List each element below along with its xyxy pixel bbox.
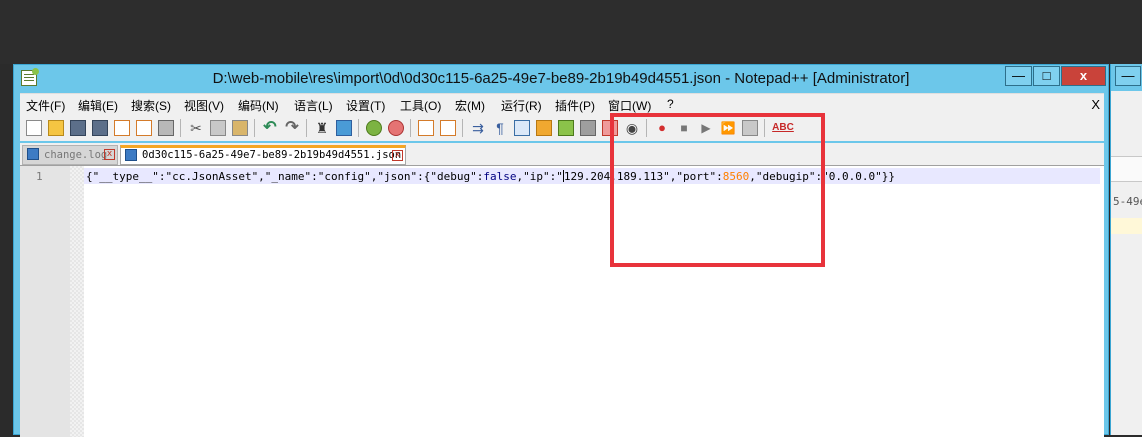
- menu-encoding[interactable]: 编码(N): [238, 97, 279, 114]
- sync-horizontal-icon[interactable]: [440, 120, 456, 136]
- menu-language[interactable]: 语言(L): [294, 97, 333, 114]
- zoom-out-icon[interactable]: [388, 120, 404, 136]
- maximize-button[interactable]: □: [1033, 66, 1060, 86]
- tab-close-icon[interactable]: x: [104, 149, 115, 160]
- show-all-characters-icon[interactable]: ¶: [492, 120, 508, 136]
- minimize-button[interactable]: —: [1005, 66, 1032, 86]
- copy-icon[interactable]: [210, 120, 226, 136]
- toolbar: ✂ ↶ ↷ ♜ ⇉ ¶ ◉ ● ■ ▶ ⏩ ABC: [20, 115, 1104, 141]
- menu-settings[interactable]: 设置(T): [346, 97, 385, 114]
- background-tab-strip: [1111, 156, 1142, 182]
- line-number-gutter: [20, 166, 70, 437]
- close-document-button[interactable]: X: [1091, 97, 1100, 112]
- menu-tools[interactable]: 工具(O): [400, 97, 441, 114]
- window-title: D:\web-mobile\res\import\0d\0d30c115-6a2…: [212, 70, 910, 87]
- save-all-icon[interactable]: [92, 120, 108, 136]
- close-icon[interactable]: [114, 120, 130, 136]
- menu-run[interactable]: 运行(R): [501, 97, 542, 114]
- new-file-icon[interactable]: [26, 120, 42, 136]
- cut-icon[interactable]: ✂: [188, 120, 204, 136]
- toolbar-separator: [180, 119, 181, 137]
- toolbar-separator: [306, 119, 307, 137]
- user-language-icon[interactable]: [536, 120, 552, 136]
- toolbar-separator: [462, 119, 463, 137]
- fold-margin: [70, 166, 84, 437]
- minimize-button[interactable]: —: [1115, 66, 1141, 86]
- menu-plugins[interactable]: 插件(P): [555, 97, 595, 114]
- find-icon[interactable]: ♜: [314, 120, 330, 136]
- background-title-bar: —: [1111, 64, 1142, 91]
- tab-label: 0d30c115-6a25-49e7-be89-2b19b49d4551.jso…: [142, 149, 402, 161]
- menu-window[interactable]: 窗口(W): [608, 97, 651, 114]
- print-icon[interactable]: [158, 120, 174, 136]
- open-file-icon[interactable]: [48, 120, 64, 136]
- menu-file[interactable]: 文件(F): [26, 97, 65, 114]
- menu-bar: 文件(F) 编辑(E) 搜索(S) 视图(V) 编码(N) 语言(L) 设置(T…: [20, 93, 1104, 116]
- toolbar-separator: [254, 119, 255, 137]
- background-line-highlight: [1111, 218, 1142, 234]
- code-segment: ,"ip":": [516, 170, 563, 183]
- toolbar-separator: [358, 119, 359, 137]
- menu-view[interactable]: 视图(V): [184, 97, 224, 114]
- tab-bar: change.log x 0d30c115-6a25-49e7-be89-2b1…: [20, 143, 1104, 165]
- zoom-in-icon[interactable]: [366, 120, 382, 136]
- indent-guide-icon[interactable]: [514, 120, 530, 136]
- tab-json-file[interactable]: 0d30c115-6a25-49e7-be89-2b19b49d4551.jso…: [120, 145, 406, 165]
- background-window-edge: — 5-49e: [1110, 64, 1142, 435]
- file-icon: [27, 148, 39, 160]
- code-segment: {"__type__":"cc.JsonAsset","_name":"conf…: [86, 170, 484, 183]
- save-icon[interactable]: [70, 120, 86, 136]
- toolbar-separator: [410, 119, 411, 137]
- notepad-plus-plus-window: D:\web-mobile\res\import\0d\0d30c115-6a2…: [13, 64, 1109, 437]
- close-all-icon[interactable]: [136, 120, 152, 136]
- replace-icon[interactable]: [336, 120, 352, 136]
- word-wrap-icon[interactable]: ⇉: [470, 120, 486, 136]
- code-keyword: false: [483, 170, 517, 183]
- redo-icon[interactable]: ↷: [284, 120, 300, 136]
- menu-search[interactable]: 搜索(S): [131, 97, 171, 114]
- annotation-highlight-box: [610, 113, 825, 267]
- menu-edit[interactable]: 编辑(E): [78, 97, 118, 114]
- background-tab-label: 5-49e: [1113, 195, 1142, 208]
- document-map-icon[interactable]: [558, 120, 574, 136]
- tab-close-icon[interactable]: x: [392, 150, 403, 161]
- file-icon: [125, 149, 137, 161]
- paste-icon[interactable]: [232, 120, 248, 136]
- sync-vertical-icon[interactable]: [418, 120, 434, 136]
- editor-pane[interactable]: 1 {"__type__":"cc.JsonAsset","_name":"co…: [20, 165, 1104, 437]
- undo-icon[interactable]: ↶: [262, 120, 278, 136]
- desktop-background: [0, 0, 1142, 64]
- line-number: 1: [36, 170, 43, 183]
- tab-label: change.log: [44, 149, 108, 161]
- menu-help[interactable]: ?: [667, 97, 674, 111]
- menu-macro[interactable]: 宏(M): [455, 97, 485, 114]
- title-bar[interactable]: D:\web-mobile\res\import\0d\0d30c115-6a2…: [14, 65, 1108, 92]
- close-window-button[interactable]: x: [1061, 66, 1106, 86]
- function-list-icon[interactable]: [580, 120, 596, 136]
- tab-change-log[interactable]: change.log x: [22, 145, 118, 165]
